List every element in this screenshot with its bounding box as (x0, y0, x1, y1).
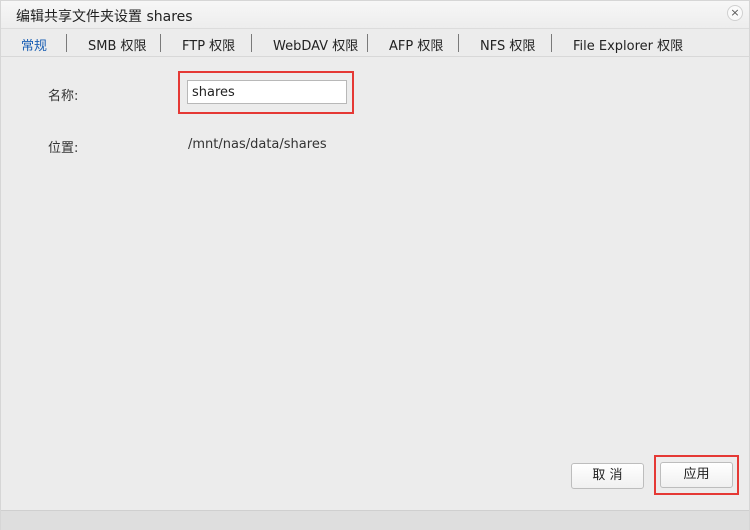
name-label: 名称: (48, 89, 79, 104)
location-label: 位置: (48, 141, 79, 156)
tab-ftp-permissions[interactable]: FTP 权限 (182, 35, 235, 54)
tab-webdav-permissions[interactable]: WebDAV 权限 (273, 35, 358, 54)
tab-separator (458, 34, 459, 52)
edit-shared-folder-dialog: 编辑共享文件夹设置 shares × 常规 SMB 权限 FTP 权限 WebD… (0, 0, 750, 530)
tab-general[interactable]: 常规 (21, 35, 47, 54)
close-icon[interactable]: × (727, 5, 743, 21)
tab-separator (551, 34, 552, 52)
tab-file-explorer-permissions[interactable]: File Explorer 权限 (573, 35, 683, 54)
tab-separator (160, 34, 161, 52)
tab-nfs-permissions[interactable]: NFS 权限 (480, 35, 535, 54)
dialog-footer (1, 510, 749, 530)
dialog-title: 编辑共享文件夹设置 shares (16, 9, 193, 25)
dialog-titlebar[interactable]: 编辑共享文件夹设置 shares × (1, 1, 749, 29)
tab-bar: 常规 SMB 权限 FTP 权限 WebDAV 权限 AFP 权限 NFS 权限… (1, 29, 749, 57)
name-input[interactable] (187, 80, 347, 104)
tab-separator (66, 34, 67, 52)
tab-smb-permissions[interactable]: SMB 权限 (88, 35, 147, 54)
tab-separator (251, 34, 252, 52)
apply-button[interactable]: 应用 (660, 462, 733, 488)
location-path: /mnt/nas/data/shares (188, 137, 327, 152)
cancel-button[interactable]: 取 消 (571, 463, 644, 489)
tab-separator (367, 34, 368, 52)
tab-afp-permissions[interactable]: AFP 权限 (389, 35, 443, 54)
